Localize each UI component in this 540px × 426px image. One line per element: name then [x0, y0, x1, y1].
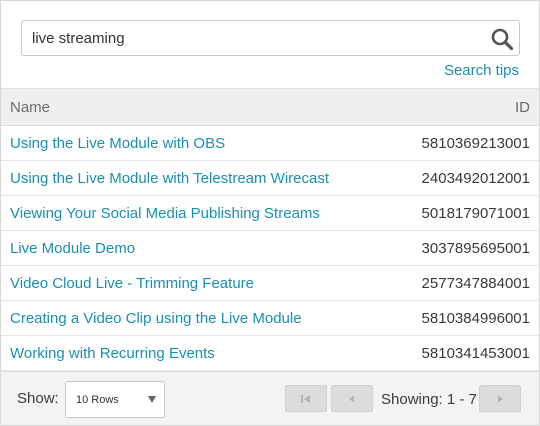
video-title-link[interactable]: Viewing Your Social Media Publishing Str… [10, 205, 320, 222]
next-page-icon [498, 395, 503, 402]
video-id: 5018179071001 [421, 204, 530, 222]
video-id: 5810369213001 [421, 134, 530, 152]
previous-page-icon [349, 395, 354, 402]
showing-count: Showing: 1 - 7 [381, 391, 477, 408]
search-tips-link[interactable]: Search tips [444, 62, 519, 79]
table-row: Using the Live Module with Telestream Wi… [1, 161, 539, 196]
previous-page-button[interactable] [331, 385, 373, 412]
search-icon[interactable] [490, 27, 514, 51]
results-table: Name ID Using the Live Module with OBS 5… [1, 88, 539, 371]
column-header-name[interactable]: Name [10, 99, 50, 116]
video-id: 5810384996001 [421, 309, 530, 327]
column-header-id[interactable]: ID [515, 99, 530, 116]
video-title-link[interactable]: Using the Live Module with Telestream Wi… [10, 170, 329, 187]
video-id: 2403492012001 [421, 169, 530, 187]
video-title-link[interactable]: Using the Live Module with OBS [10, 135, 225, 152]
table-header: Name ID [1, 88, 539, 126]
search-input[interactable] [21, 20, 520, 56]
video-title-link[interactable]: Creating a Video Clip using the Live Mod… [10, 310, 302, 327]
video-id: 2577347884001 [421, 274, 530, 292]
next-page-button[interactable] [479, 385, 521, 412]
video-id: 3037895695001 [421, 239, 530, 257]
table-row: Video Cloud Live - Trimming Feature 2577… [1, 266, 539, 301]
rows-per-page-select[interactable]: 10 Rows [65, 381, 165, 418]
first-page-button[interactable] [285, 385, 327, 412]
pagination-footer: Show: 10 Rows Showing: 1 - 7 [1, 371, 539, 425]
video-title-link[interactable]: Live Module Demo [10, 240, 135, 257]
show-label: Show: [17, 390, 59, 407]
table-row: Using the Live Module with OBS 581036921… [1, 126, 539, 161]
video-title-link[interactable]: Working with Recurring Events [10, 345, 215, 362]
table-row: Working with Recurring Events 5810341453… [1, 336, 539, 371]
video-title-link[interactable]: Video Cloud Live - Trimming Feature [10, 275, 254, 292]
table-row: Live Module Demo 3037895695001 [1, 231, 539, 266]
chevron-down-icon [148, 396, 156, 403]
video-id: 5810341453001 [421, 344, 530, 362]
search-results-panel: Search tips Name ID Using the Live Modul… [0, 0, 540, 426]
table-row: Creating a Video Clip using the Live Mod… [1, 301, 539, 336]
table-row: Viewing Your Social Media Publishing Str… [1, 196, 539, 231]
search-box [21, 20, 520, 56]
rows-per-page-value: 10 Rows [76, 393, 119, 406]
first-page-icon [301, 394, 310, 403]
